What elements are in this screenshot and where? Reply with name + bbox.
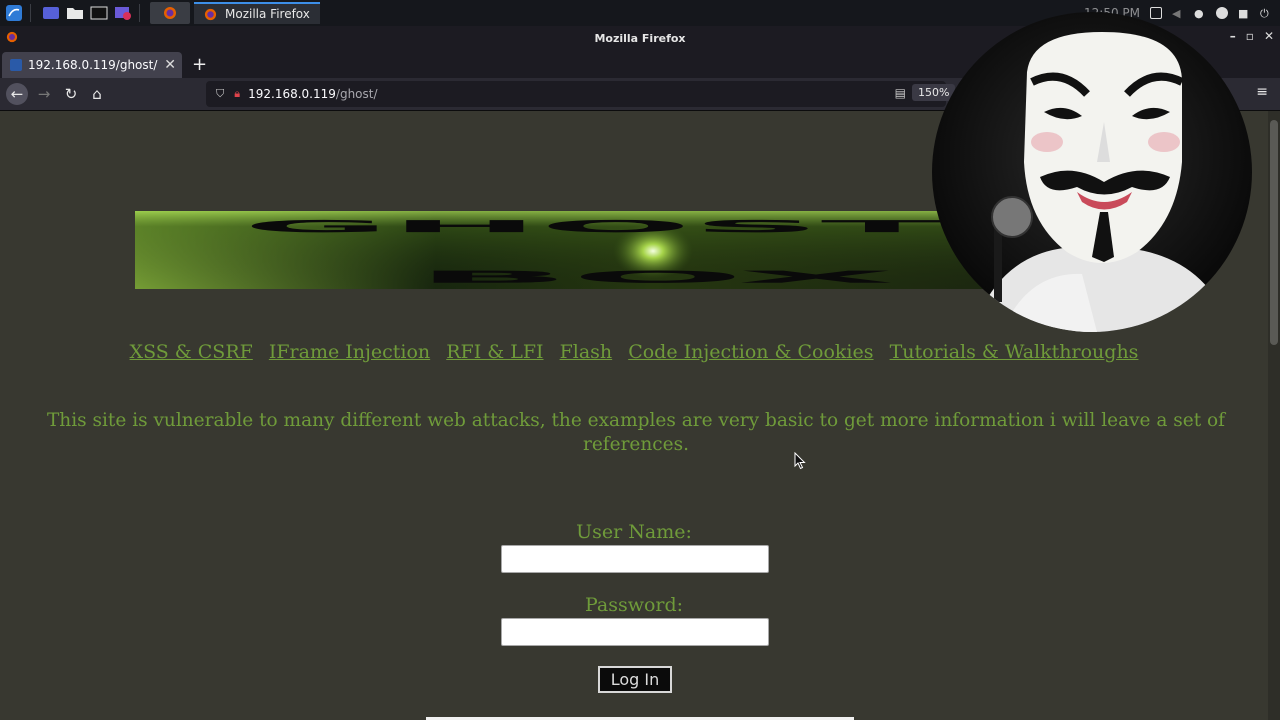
reader-view-icon[interactable]: ▤: [895, 86, 906, 100]
link-xss-csrf[interactable]: XSS & CSRF: [130, 341, 253, 363]
taskbar-separator: [30, 4, 31, 22]
link-rfi-lfi[interactable]: RFI & LFI: [446, 341, 543, 363]
password-input[interactable]: [501, 618, 769, 646]
intro-paragraph: This site is vulnerable to many differen…: [46, 410, 1226, 455]
webcam-overlay: [932, 12, 1252, 332]
scrollbar-thumb[interactable]: [1270, 120, 1278, 345]
taskbar-firefox-window[interactable]: Mozilla Firefox: [194, 2, 320, 24]
link-flash[interactable]: Flash: [560, 341, 613, 363]
kali-menu-icon[interactable]: [4, 4, 24, 22]
firefox-launcher-icon[interactable]: [150, 2, 190, 24]
power-icon[interactable]: ⏻: [1260, 7, 1272, 20]
site-nav-links: XSS & CSRF IFrame Injection RFI & LFI Fl…: [0, 341, 1268, 363]
username-label: User Name:: [576, 521, 692, 543]
banner-title-line2: BOX: [415, 268, 898, 287]
back-arrow-icon[interactable]: ←: [6, 83, 28, 105]
tab-title: 192.168.0.119/ghost/: [28, 58, 158, 72]
link-code-injection-cookies[interactable]: Code Injection & Cookies: [628, 341, 873, 363]
firefox-icon: [204, 8, 217, 20]
url-path: /ghost/: [335, 87, 378, 101]
window-title: Mozilla Firefox: [594, 31, 686, 45]
link-iframe-injection[interactable]: IFrame Injection: [269, 341, 430, 363]
taskbar-separator: [139, 4, 140, 22]
files-icon[interactable]: [65, 4, 85, 22]
terminal-icon[interactable]: [89, 4, 109, 22]
reload-icon[interactable]: ↻: [61, 84, 81, 104]
site-favicon-icon: [10, 59, 22, 71]
link-tutorials-walkthroughs[interactable]: Tutorials & Walkthroughs: [890, 341, 1139, 363]
shield-icon[interactable]: ⛉: [216, 87, 224, 101]
taskbar-app-title: Mozilla Firefox: [225, 7, 310, 21]
hamburger-menu-icon[interactable]: ≡: [1256, 84, 1268, 100]
mouse-cursor-icon: [794, 452, 806, 470]
lock-strike-icon[interactable]: 🔒︎: [234, 87, 240, 101]
screenshot-tool-icon[interactable]: [113, 4, 133, 22]
firefox-icon: [6, 31, 18, 46]
new-tab-plus-icon[interactable]: +: [192, 54, 207, 75]
close-tab-icon[interactable]: ✕: [164, 57, 176, 73]
address-bar[interactable]: ⛉ 🔒︎ 192.168.0.119/ghost/ ▤: [206, 81, 946, 107]
workspace-icon[interactable]: [41, 4, 61, 22]
banner-title-line1: GHOST: [243, 217, 947, 236]
close-window-icon[interactable]: ✕: [1264, 29, 1274, 43]
username-input[interactable]: [501, 545, 769, 573]
url-host: 192.168.0.119: [248, 87, 336, 101]
tab-ghost[interactable]: 192.168.0.119/ghost/ ✕: [2, 52, 182, 78]
login-button[interactable]: Log In: [598, 666, 672, 693]
ghost-box-banner: GHOST BOX: [135, 211, 995, 289]
password-label: Password:: [584, 594, 684, 616]
forward-arrow-icon[interactable]: →: [34, 84, 54, 104]
home-icon[interactable]: ⌂: [87, 84, 107, 104]
